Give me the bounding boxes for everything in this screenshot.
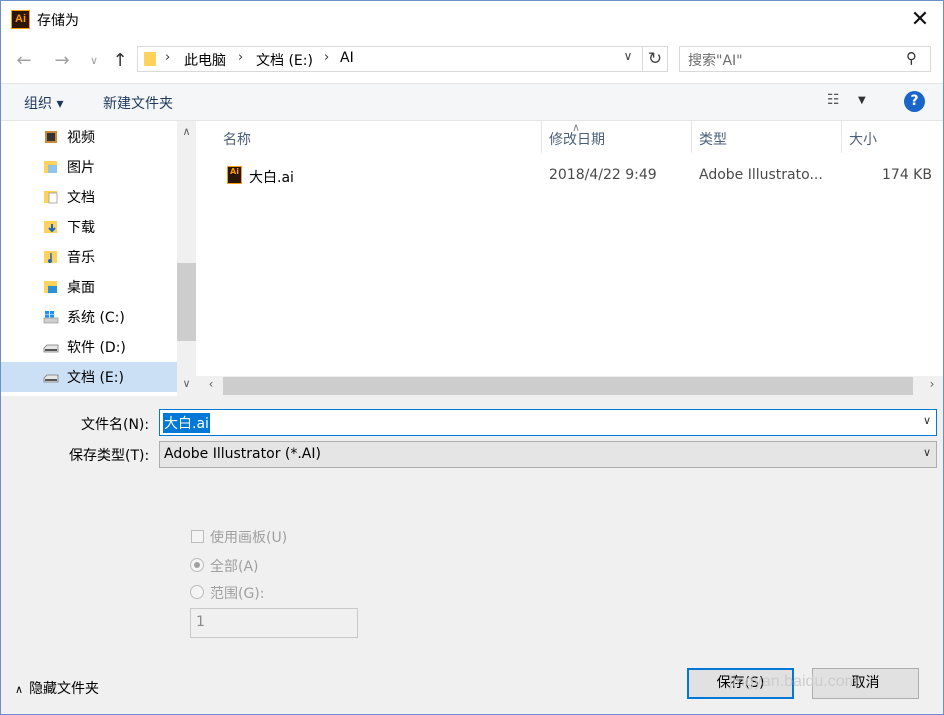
filetype-select[interactable]: Adobe Illustrator (*.AI) ∨ — [159, 441, 937, 468]
tree-item-label: 视频 — [67, 130, 95, 146]
save-as-dialog: Ai 存储为 ✕ ← → ∨ ↑ › 此电脑 › 文档 (E:) › AI ∨ … — [0, 0, 944, 715]
hide-folders-label: 隐藏文件夹 — [29, 681, 100, 697]
file-list-scrollbar-thumb[interactable] — [223, 377, 913, 395]
desktop-folder-icon — [44, 281, 57, 293]
use-artboards-checkbox[interactable] — [191, 530, 204, 543]
command-bar: 组织 ▾ 新建文件夹 ☷ ▼ ? — [1, 83, 943, 121]
search-input[interactable]: 搜索"AI" ⚲ — [679, 46, 931, 72]
filename-input[interactable]: 大白.ai ∨ — [159, 409, 937, 436]
view-options-icon[interactable]: ☷ — [827, 92, 840, 108]
help-icon[interactable]: ? — [904, 91, 925, 112]
chevron-right-icon: › — [238, 50, 244, 65]
music-folder-icon — [44, 251, 57, 263]
tree-item-label: 音乐 — [67, 250, 95, 266]
tree-item-music[interactable]: 音乐 — [1, 242, 177, 272]
window-title: 存储为 — [37, 13, 79, 29]
file-type: Adobe Illustrato... — [699, 167, 823, 183]
chevron-right-icon: › — [324, 50, 330, 65]
tree-item-label: 软件 (D:) — [67, 340, 126, 356]
documents-folder-icon — [44, 191, 58, 204]
filetype-label: 保存类型(T): — [69, 448, 150, 464]
tree-item-label: 图片 — [67, 160, 95, 176]
address-bar[interactable]: › 此电脑 › 文档 (E:) › AI ∨ ↻ — [137, 46, 668, 72]
tree-item-downloads[interactable]: 下载 — [1, 212, 177, 242]
search-placeholder: 搜索"AI" — [688, 53, 743, 69]
scroll-up-icon[interactable]: ∧ — [177, 125, 196, 138]
close-icon[interactable]: ✕ — [905, 5, 935, 35]
breadcrumb-ai[interactable]: AI — [340, 50, 354, 66]
column-divider[interactable] — [691, 121, 692, 153]
file-list: ∧ 名称 修改日期 类型 大小 Ai 大白.ai 2018/4/22 9:49 … — [196, 121, 943, 376]
tree-item-label: 文档 (E:) — [67, 370, 124, 386]
file-name: 大白.ai — [249, 170, 294, 186]
tree-item-label: 系统 (C:) — [67, 310, 125, 326]
scroll-right-icon[interactable]: › — [923, 377, 941, 391]
tree-item-drive-e[interactable]: 文档 (E:) — [1, 362, 177, 392]
tree-scrollbar[interactable] — [177, 121, 196, 396]
folder-icon — [144, 52, 156, 66]
navigation-bar: ← → ∨ ↑ › 此电脑 › 文档 (E:) › AI ∨ ↻ 搜索"AI" … — [1, 39, 943, 83]
organize-button[interactable]: 组织 ▾ — [24, 93, 63, 113]
tree-item-documents[interactable]: 文档 — [1, 182, 177, 212]
tree-item-label: 文档 — [67, 190, 95, 206]
recent-locations-chevron-icon[interactable]: ∨ — [83, 50, 105, 72]
tree-scrollbar-thumb[interactable] — [177, 263, 196, 341]
watermark: jingyan.baidu.com — [729, 673, 858, 690]
range-label: 范围(G): — [210, 586, 265, 602]
column-divider[interactable] — [841, 121, 842, 153]
all-label: 全部(A) — [210, 559, 259, 575]
tree-item-videos[interactable]: 视频 — [1, 122, 177, 152]
tree-item-drive-c[interactable]: 系统 (C:) — [1, 302, 177, 332]
column-header-size[interactable]: 大小 — [849, 129, 877, 149]
scroll-left-icon[interactable]: ‹ — [202, 377, 220, 391]
hide-folders-toggle[interactable]: ∧ 隐藏文件夹 — [15, 678, 99, 698]
file-size: 174 KB — [882, 167, 932, 183]
column-divider[interactable] — [541, 121, 542, 153]
up-arrow-icon[interactable]: ↑ — [109, 50, 131, 72]
ai-file-icon: Ai — [227, 166, 242, 184]
use-artboards-label: 使用画板(U) — [210, 530, 288, 546]
breadcrumb-drive-e[interactable]: 文档 (E:) — [256, 50, 313, 70]
tree-item-label: 下载 — [67, 220, 95, 236]
filetype-value: Adobe Illustrator (*.AI) — [164, 446, 321, 462]
scroll-down-icon[interactable]: ∨ — [177, 377, 196, 390]
tree-item-desktop[interactable]: 桌面 — [1, 272, 177, 302]
filename-value: 大白.ai — [163, 413, 210, 433]
chevron-down-icon[interactable]: ∨ — [923, 446, 931, 459]
video-folder-icon — [45, 131, 57, 143]
tree-item-label: 桌面 — [67, 280, 95, 296]
refresh-icon[interactable]: ↻ — [642, 47, 667, 71]
illustrator-app-icon: Ai — [11, 10, 30, 29]
filename-label: 文件名(N): — [81, 417, 150, 433]
title-bar: Ai 存储为 ✕ — [1, 1, 943, 39]
chevron-up-icon: ∧ — [15, 683, 24, 696]
tree-item-pictures[interactable]: 图片 — [1, 152, 177, 182]
navigation-pane: 视频 图片 文档 下载 音乐 桌面 系统 (C:) 软件 (D:) 文档 (E:… — [1, 121, 177, 396]
forward-arrow-icon[interactable]: → — [51, 50, 73, 72]
drive-icon — [43, 374, 59, 383]
chevron-down-icon[interactable]: ∨ — [618, 49, 638, 63]
chevron-down-icon[interactable]: ▼ — [858, 95, 866, 106]
drive-icon — [43, 344, 59, 353]
range-input[interactable]: 1 — [190, 608, 358, 638]
range-radio[interactable] — [190, 585, 204, 599]
column-header-name[interactable]: 名称 — [223, 129, 251, 149]
all-radio[interactable] — [190, 558, 204, 572]
column-header-type[interactable]: 类型 — [699, 129, 727, 149]
tree-item-drive-d[interactable]: 软件 (D:) — [1, 332, 177, 362]
column-header-modified[interactable]: 修改日期 — [549, 129, 605, 149]
chevron-down-icon[interactable]: ∨ — [923, 414, 931, 427]
downloads-folder-icon — [44, 221, 57, 233]
pictures-folder-icon — [44, 161, 57, 173]
file-modified: 2018/4/22 9:49 — [549, 167, 657, 183]
range-value: 1 — [196, 614, 205, 630]
breadcrumb-this-pc[interactable]: 此电脑 — [184, 50, 226, 70]
search-icon[interactable]: ⚲ — [906, 49, 917, 67]
chevron-right-icon: › — [165, 50, 171, 65]
back-arrow-icon[interactable]: ← — [13, 50, 35, 72]
new-folder-button[interactable]: 新建文件夹 — [103, 93, 173, 113]
system-drive-icon — [43, 311, 59, 324]
